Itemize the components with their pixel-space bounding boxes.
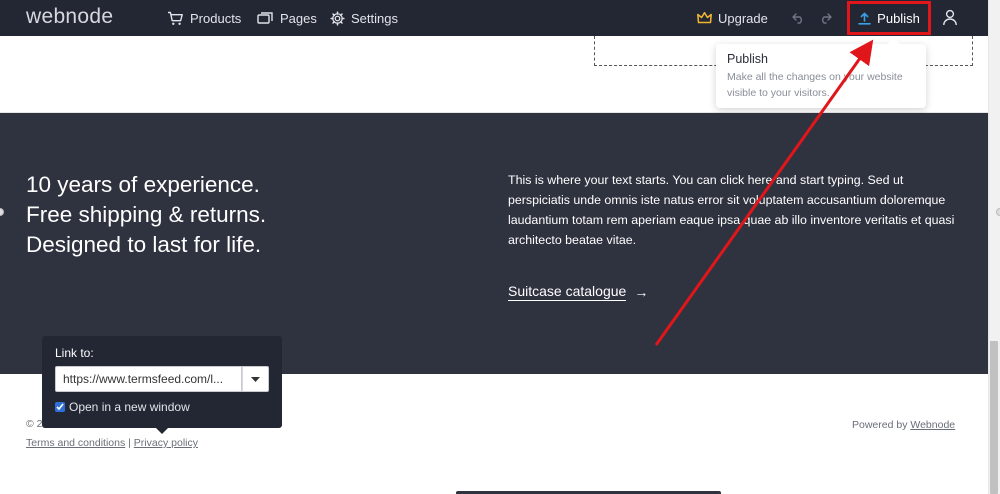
upload-icon [858, 12, 871, 25]
headline-line-3: Designed to last for life. [26, 232, 262, 257]
pages-icon [257, 12, 273, 24]
hero-headline[interactable]: 10 years of experience. Free shipping & … [26, 170, 266, 260]
privacy-link[interactable]: Privacy policy [134, 437, 198, 449]
open-new-window-checkbox[interactable] [55, 402, 65, 412]
undo-button[interactable] [792, 0, 805, 36]
cta-label: Suitcase catalogue [508, 283, 627, 301]
settings-label: Settings [351, 10, 398, 26]
top-toolbar: webnode Products Pages Settings Upgrade [0, 0, 988, 36]
redo-icon [822, 12, 832, 24]
caret-down-icon [251, 376, 261, 382]
link-url-row [55, 366, 269, 392]
upgrade-button[interactable]: Upgrade [697, 0, 768, 36]
upgrade-label: Upgrade [718, 10, 768, 26]
copyright-text: © 2 [26, 418, 43, 430]
link-separator: | [128, 437, 131, 449]
crown-icon [697, 12, 712, 24]
settings-button[interactable]: Settings [330, 0, 398, 36]
user-icon [943, 9, 957, 26]
publish-tooltip: Publish Make all the changes on your web… [716, 38, 926, 108]
products-button[interactable]: Products [167, 0, 241, 36]
scrollbar-thumb[interactable] [990, 341, 998, 494]
suitcase-catalogue-link[interactable]: Suitcase catalogue → [508, 283, 648, 301]
footer-links: Terms and conditions | Privacy policy [26, 437, 198, 449]
section-resize-handle-right[interactable] [996, 208, 1000, 216]
powered-prefix: Powered by [852, 419, 911, 431]
pages-label: Pages [280, 10, 317, 26]
products-label: Products [190, 10, 242, 26]
publish-button[interactable]: Publish [847, 1, 931, 35]
terms-link[interactable]: Terms and conditions [26, 437, 125, 449]
open-new-window-option[interactable]: Open in a new window [55, 400, 269, 414]
arrow-right-icon: → [634, 284, 649, 300]
link-to-label: Link to: [55, 346, 94, 360]
redo-button[interactable] [819, 0, 832, 36]
webnode-link[interactable]: Webnode [910, 419, 955, 431]
pages-button[interactable]: Pages [257, 0, 317, 36]
undo-icon [792, 12, 802, 24]
headline-line-2: Free shipping & returns. [26, 202, 267, 227]
account-button[interactable] [942, 9, 958, 31]
tooltip-title: Publish [727, 52, 768, 66]
publish-label: Publish [877, 10, 920, 26]
link-dropdown-button[interactable] [242, 366, 269, 392]
hero-body-text[interactable]: This is where your text starts. You can … [508, 170, 968, 250]
open-new-window-label: Open in a new window [69, 400, 190, 414]
link-editor-popup: Link to: Open in a new window [42, 336, 282, 434]
link-url-input[interactable] [55, 366, 243, 392]
webnode-logo[interactable]: webnode [26, 5, 113, 29]
powered-by: Powered by Webnode [852, 419, 955, 431]
cart-icon [168, 11, 183, 25]
gear-icon [330, 10, 345, 26]
tooltip-text: Make all the changes on your website vis… [727, 71, 903, 99]
headline-line-1: 10 years of experience. [26, 172, 260, 197]
